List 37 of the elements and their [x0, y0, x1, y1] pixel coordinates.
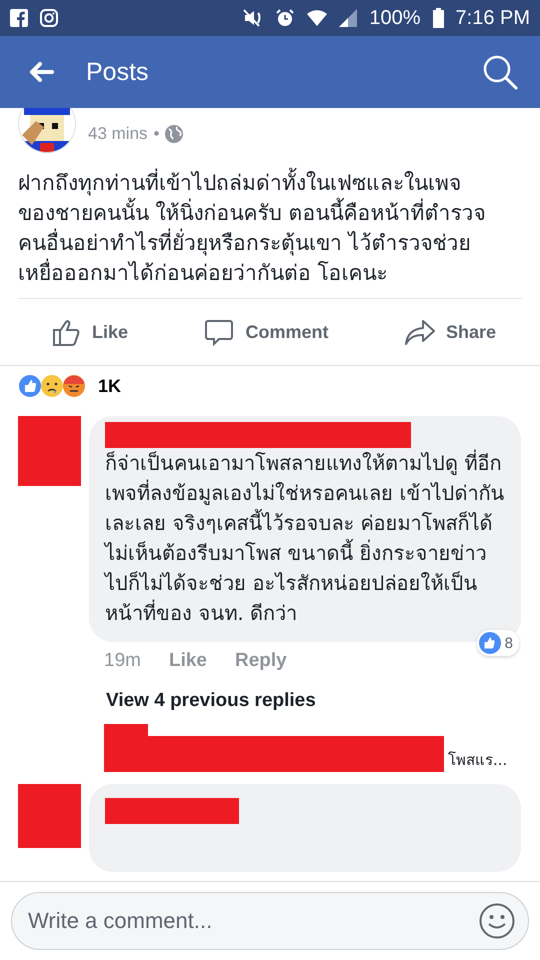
clock: 7:16 PM [456, 6, 530, 30]
alarm-icon [275, 8, 296, 28]
smiley-icon[interactable] [479, 903, 515, 939]
comment-button[interactable]: Comment [203, 317, 328, 347]
comment-text: ก็จ่าเป็นคนเอามาโพสลายแทงให้ตามไปดู ที่อีกเพจที่ลงข้อมูลเองไม่ใช่หรอคนเลย เข้าไปด่ากันเละเลย จริงๆเคสนี้ไว้รอจบละ ค่อยมาโพสก็ได้ไม่เห็นต้องรีบมาโพส ขนาดนี้ ยิ่งกระจายข่าวไปก็ไม่ได้จะช่วย อะไรสักหน่อยปล่อยให้เป็นหน้าที่ของ จนท. ดีกว่า [105, 448, 506, 627]
globe-icon [165, 125, 184, 143]
speech-bubble-icon [203, 317, 236, 347]
like-count-badge[interactable]: 8 [476, 630, 519, 656]
facebook-icon [10, 9, 28, 27]
reply-preview-text[interactable]: โพสแร... [448, 748, 508, 772]
thumbs-up-icon [478, 632, 501, 654]
post-text: ฝากถึงทุกท่านที่เข้าไปถล่มด่าทั้งในเฟซและในเพจ ของชายคนนั้น ให้นิ่งก่อนครับ ตอนนี้คือหน้าที่ตำรวจ คนอื่นอย่าทำไรที่ยั่วยุหรือกระตุ้นเขา ไว้ตำรวจช่วย เหยื่อออกมาได้ก่อนค่อยว่ากันต่อ โอเคนะ [0, 154, 540, 298]
battery-icon [432, 8, 444, 28]
post-time[interactable]: 43 mins [88, 124, 148, 144]
avatar-drawing[interactable] [18, 108, 76, 153]
thumbs-up-icon [50, 317, 82, 347]
share-arrow-icon [404, 317, 436, 347]
search-icon[interactable] [482, 54, 518, 90]
share-button[interactable]: Share [404, 317, 496, 347]
wifi-icon [307, 8, 328, 28]
reaction-icons[interactable] [18, 374, 86, 398]
reply-link[interactable]: Reply [235, 650, 287, 672]
comment-time: 19m [104, 650, 141, 672]
camera-icon [40, 9, 58, 27]
view-replies-link[interactable]: View 4 previous replies [106, 690, 316, 712]
mute-icon [243, 8, 264, 28]
signal-icon [339, 9, 358, 27]
comment-field[interactable]: Write a comment... [11, 892, 529, 950]
like-link[interactable]: Like [168, 650, 207, 672]
separator-dot: • [154, 124, 160, 144]
redaction-block [18, 784, 81, 848]
battery-level: 100% [369, 6, 421, 30]
back-arrow-icon[interactable] [28, 61, 54, 83]
reaction-count[interactable]: 1K [98, 376, 122, 396]
like-button[interactable]: Like [50, 317, 128, 347]
page-title: Posts [86, 58, 150, 86]
redaction-block [18, 416, 81, 486]
